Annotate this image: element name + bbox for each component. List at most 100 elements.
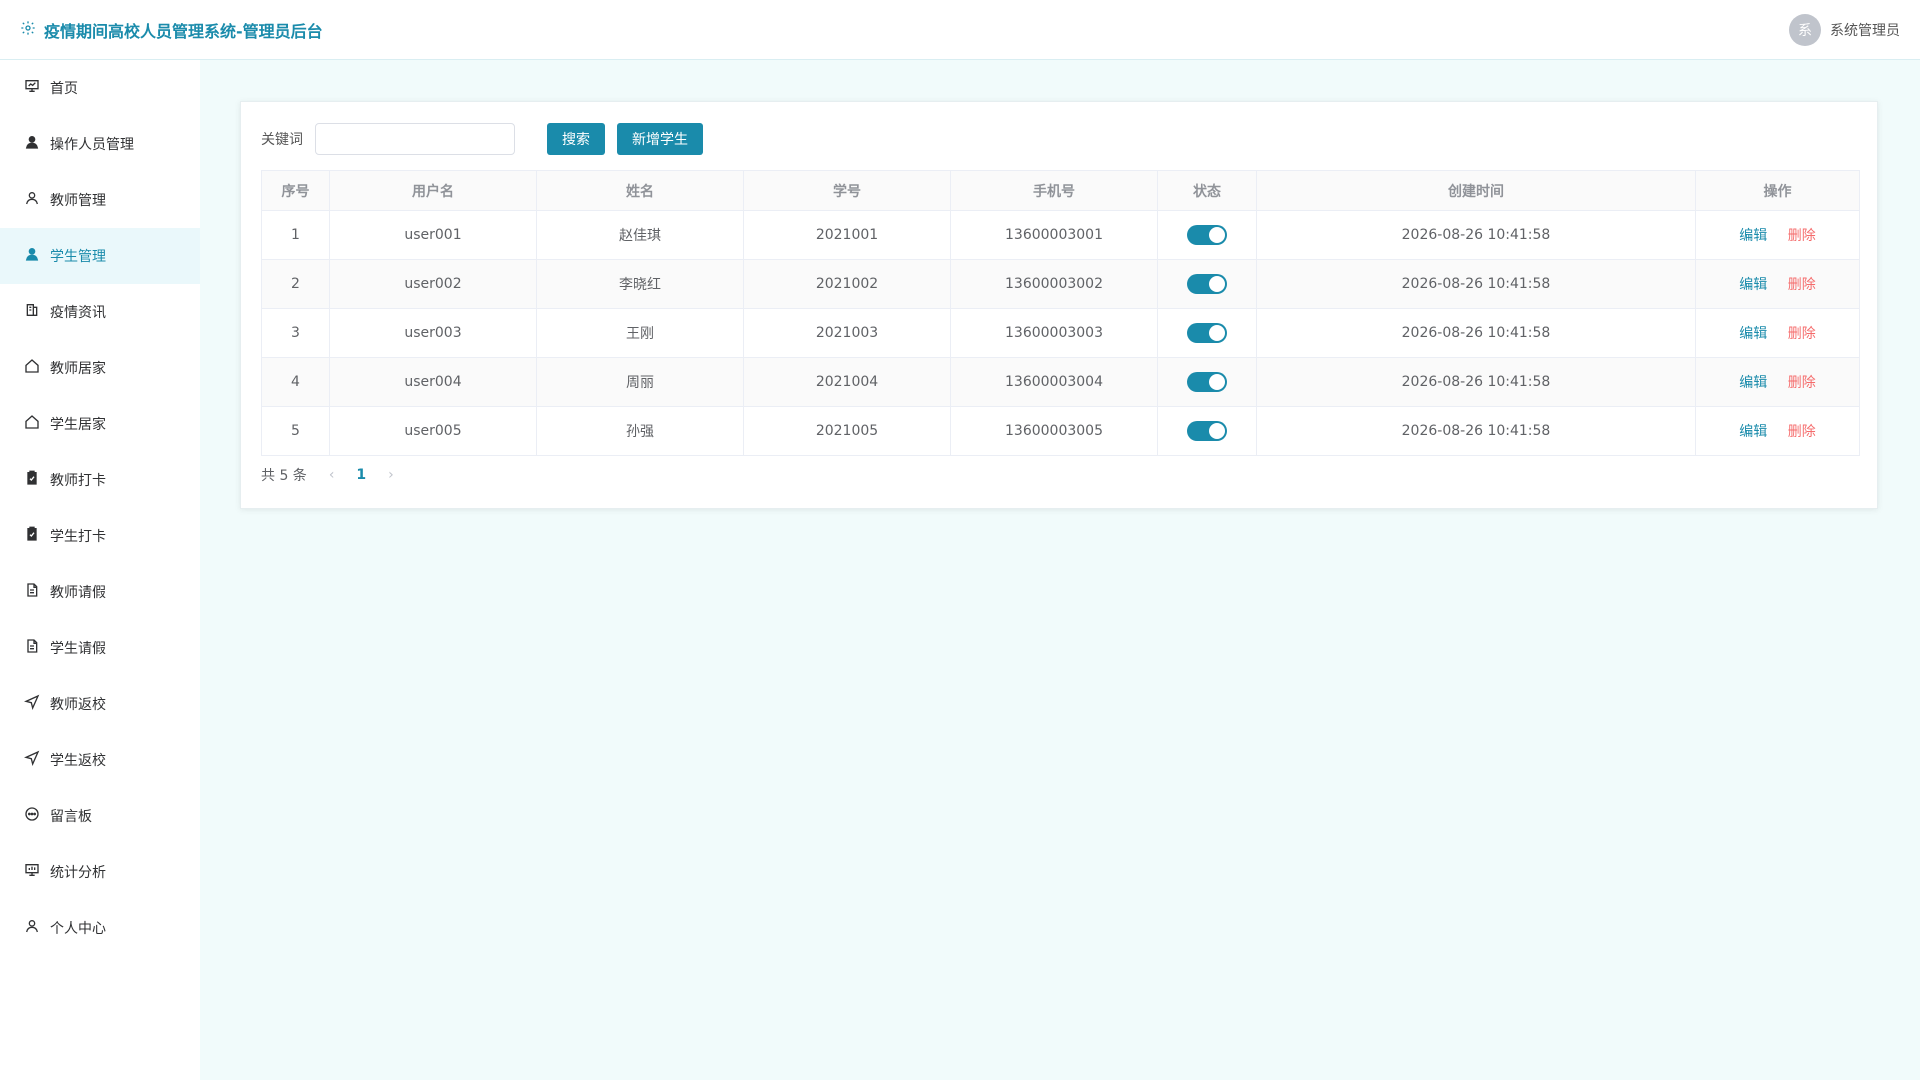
sidebar-item-15[interactable]: 个人中心 bbox=[0, 900, 200, 956]
sidebar-item-9[interactable]: 教师请假 bbox=[0, 564, 200, 620]
column-header: 手机号 bbox=[950, 170, 1158, 211]
sidebar-item-label: 疫情资讯 bbox=[50, 305, 106, 321]
sidebar-item-1[interactable]: 操作人员管理 bbox=[0, 116, 200, 172]
actions-cell: 编辑 删除 bbox=[1695, 357, 1860, 407]
sidebar-item-label: 学生返校 bbox=[50, 753, 106, 769]
phone-cell: 13600003001 bbox=[950, 210, 1158, 260]
status-toggle[interactable] bbox=[1187, 421, 1227, 441]
send-icon bbox=[23, 750, 40, 770]
edit-button[interactable]: 编辑 bbox=[1739, 424, 1767, 440]
row-index: 4 bbox=[261, 357, 330, 407]
status-cell bbox=[1157, 357, 1257, 407]
edit-button[interactable]: 编辑 bbox=[1739, 228, 1767, 244]
user-icon bbox=[24, 134, 40, 154]
add-student-button[interactable]: 新增学生 bbox=[617, 123, 703, 155]
search-toolbar: 关键词 搜索 新增学生 bbox=[261, 122, 1857, 156]
status-cell bbox=[1157, 406, 1257, 456]
send-icon bbox=[23, 694, 40, 714]
actions-cell: 编辑 删除 bbox=[1695, 308, 1860, 358]
table-row: 4 user004 周丽 2021004 13600003004 2026-08… bbox=[261, 357, 1860, 407]
chat-icon bbox=[24, 806, 40, 826]
edit-button[interactable]: 编辑 bbox=[1739, 375, 1767, 391]
status-cell bbox=[1157, 210, 1257, 260]
keyword-input[interactable] bbox=[315, 123, 515, 155]
phone-cell: 13600003005 bbox=[950, 406, 1158, 456]
delete-button[interactable]: 删除 bbox=[1788, 375, 1816, 391]
user-name: 系统管理员 bbox=[1830, 22, 1900, 39]
sidebar-item-label: 操作人员管理 bbox=[50, 137, 134, 153]
column-header: 创建时间 bbox=[1256, 170, 1696, 211]
column-header: 用户名 bbox=[329, 170, 537, 211]
document-icon bbox=[24, 638, 40, 658]
delete-button[interactable]: 删除 bbox=[1788, 424, 1816, 440]
sidebar-item-5[interactable]: 教师居家 bbox=[0, 340, 200, 396]
sidebar-item-label: 教师请假 bbox=[50, 585, 106, 601]
sidebar-item-label: 首页 bbox=[50, 81, 78, 97]
actions-cell: 编辑 删除 bbox=[1695, 259, 1860, 309]
checkin-icon bbox=[24, 470, 40, 490]
chart-icon bbox=[24, 862, 40, 882]
user-menu[interactable]: 系 系统管理员 bbox=[1789, 13, 1900, 46]
created-time-cell: 2026-08-26 10:41:58 bbox=[1256, 406, 1696, 456]
delete-button[interactable]: 删除 bbox=[1788, 326, 1816, 342]
sidebar-item-10[interactable]: 学生请假 bbox=[0, 620, 200, 676]
sidebar-item-6[interactable]: 学生居家 bbox=[0, 396, 200, 452]
phone-cell: 13600003003 bbox=[950, 308, 1158, 358]
dashboard-icon bbox=[24, 78, 40, 98]
news-icon bbox=[24, 302, 40, 322]
sidebar-item-12[interactable]: 学生返校 bbox=[0, 732, 200, 788]
current-page-button[interactable]: 1 bbox=[356, 467, 366, 483]
sidebar-item-13[interactable]: 留言板 bbox=[0, 788, 200, 844]
table-row: 5 user005 孙强 2021005 13600003005 2026-08… bbox=[261, 406, 1860, 456]
edit-button[interactable]: 编辑 bbox=[1739, 277, 1767, 293]
status-toggle[interactable] bbox=[1187, 372, 1227, 392]
sidebar-item-7[interactable]: 教师打卡 bbox=[0, 452, 200, 508]
home-icon bbox=[24, 358, 40, 378]
sidebar-item-label: 学生打卡 bbox=[50, 529, 106, 545]
sidebar-item-label: 个人中心 bbox=[50, 921, 106, 937]
student-management-card: 关键词 搜索 新增学生 序号 用户名 姓名 学号 手机号 状态 创建时间 操作 1 user0… bbox=[240, 101, 1878, 509]
sidebar-item-8[interactable]: 学生打卡 bbox=[0, 508, 200, 564]
name-cell: 李晓红 bbox=[536, 259, 744, 309]
created-time-cell: 2026-08-26 10:41:58 bbox=[1256, 259, 1696, 309]
username-cell: user003 bbox=[329, 308, 537, 358]
pagination: 共 5 条 ‹ 1 › bbox=[261, 465, 1857, 485]
previous-page-button[interactable]: ‹ bbox=[329, 467, 335, 483]
sidebar-item-14[interactable]: 统计分析 bbox=[0, 844, 200, 900]
sidebar-item-3[interactable]: 学生管理 bbox=[0, 228, 200, 284]
name-cell: 孙强 bbox=[536, 406, 744, 456]
status-toggle[interactable] bbox=[1187, 323, 1227, 343]
delete-button[interactable]: 删除 bbox=[1788, 277, 1816, 293]
sidebar-item-2[interactable]: 教师管理 bbox=[0, 172, 200, 228]
main-content: 关键词 搜索 新增学生 序号 用户名 姓名 学号 手机号 状态 创建时间 操作 1 user0… bbox=[200, 60, 1920, 1080]
status-toggle[interactable] bbox=[1187, 225, 1227, 245]
actions-cell: 编辑 删除 bbox=[1695, 210, 1860, 260]
status-cell bbox=[1157, 308, 1257, 358]
sidebar-item-label: 教师返校 bbox=[50, 697, 106, 713]
row-index: 3 bbox=[261, 308, 330, 358]
actions-cell: 编辑 删除 bbox=[1695, 406, 1860, 456]
profile-icon bbox=[24, 918, 40, 938]
sidebar-item-0[interactable]: 首页 bbox=[0, 60, 200, 116]
username-cell: user005 bbox=[329, 406, 537, 456]
next-page-button[interactable]: › bbox=[388, 467, 394, 483]
sidebar-item-label: 留言板 bbox=[50, 809, 92, 825]
created-time-cell: 2026-08-26 10:41:58 bbox=[1256, 357, 1696, 407]
student-number-cell: 2021001 bbox=[743, 210, 951, 260]
sidebar-item-11[interactable]: 教师返校 bbox=[0, 676, 200, 732]
name-cell: 赵佳琪 bbox=[536, 210, 744, 260]
status-toggle[interactable] bbox=[1187, 274, 1227, 294]
checkin-icon bbox=[24, 526, 40, 546]
student-number-cell: 2021004 bbox=[743, 357, 951, 407]
row-index: 1 bbox=[261, 210, 330, 260]
settings-icon bbox=[20, 20, 36, 40]
app-title: 疫情期间高校人员管理系统-管理员后台 bbox=[44, 21, 323, 41]
delete-button[interactable]: 删除 bbox=[1788, 228, 1816, 244]
username-cell: user004 bbox=[329, 357, 537, 407]
column-header: 学号 bbox=[743, 170, 951, 211]
edit-button[interactable]: 编辑 bbox=[1739, 326, 1767, 342]
sidebar-item-4[interactable]: 疫情资讯 bbox=[0, 284, 200, 340]
created-time-cell: 2026-08-26 10:41:58 bbox=[1256, 210, 1696, 260]
search-button[interactable]: 搜索 bbox=[547, 123, 605, 155]
sidebar-item-label: 教师打卡 bbox=[50, 473, 106, 489]
